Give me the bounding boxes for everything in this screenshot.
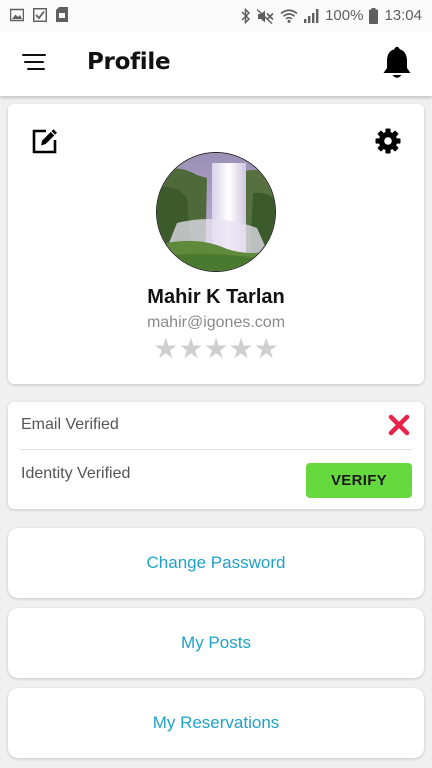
rating-stars: ★★★★★: [153, 333, 279, 364]
bell-icon[interactable]: [382, 46, 412, 80]
mute-icon: [257, 8, 274, 24]
divider: [20, 449, 412, 450]
identity-verified-label: Identity Verified: [21, 465, 131, 482]
my-posts-button[interactable]: My Posts: [8, 608, 424, 678]
wifi-icon: [280, 9, 298, 23]
battery-percent: 100%: [325, 7, 364, 24]
page-title: Profile: [87, 49, 171, 75]
email-verified-label: Email Verified: [21, 416, 119, 433]
change-password-button[interactable]: Change Password: [8, 528, 424, 598]
sd-card-icon: [56, 7, 68, 22]
verify-button[interactable]: VERIFY: [306, 463, 412, 498]
battery-icon: [369, 8, 379, 24]
checkbox-icon: [33, 7, 47, 22]
profile-name: Mahir K Tarlan: [147, 286, 285, 308]
edit-icon[interactable]: [31, 127, 59, 155]
status-bar: 100% 13:04: [0, 0, 432, 32]
app-bar: Profile: [0, 32, 432, 96]
close-x-icon: [388, 414, 410, 436]
profile-email: mahir@igones.com: [146, 314, 286, 331]
clock-time: 13:04: [384, 7, 422, 24]
image-icon: [10, 8, 24, 21]
avatar[interactable]: [156, 152, 276, 272]
bluetooth-icon: [241, 8, 251, 24]
verification-card: Email Verified Identity Verified VERIFY: [8, 402, 424, 509]
signal-icon: [304, 9, 319, 23]
my-reservations-button[interactable]: My Reservations: [8, 688, 424, 758]
profile-card: Mahir K Tarlan mahir@igones.com ★★★★★: [8, 104, 424, 384]
hamburger-menu-icon[interactable]: [22, 54, 46, 74]
gear-icon[interactable]: [375, 128, 401, 154]
